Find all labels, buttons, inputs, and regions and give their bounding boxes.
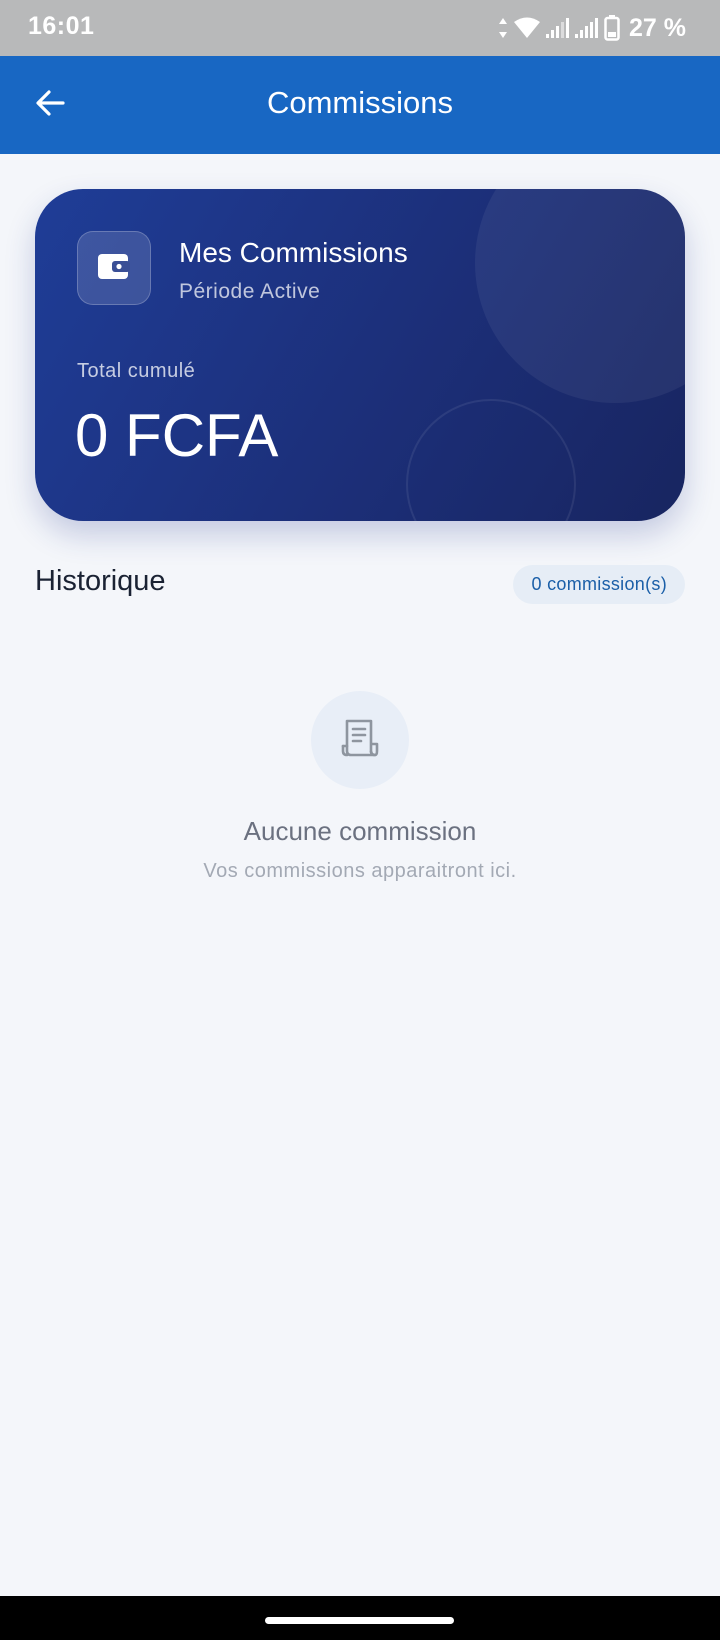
status-icons: 27 % bbox=[498, 10, 686, 46]
empty-state-text: Vos commissions apparaitront ici. bbox=[203, 860, 517, 882]
wifi-icon bbox=[513, 16, 541, 40]
empty-state-icon-badge bbox=[311, 691, 409, 789]
battery-percent: 27 % bbox=[629, 13, 686, 42]
signal-icon bbox=[546, 17, 570, 39]
wallet-badge bbox=[77, 231, 151, 305]
signal-icon bbox=[575, 17, 599, 39]
decorative-circle bbox=[475, 189, 685, 403]
wallet-icon bbox=[97, 251, 131, 286]
data-arrows-icon bbox=[498, 17, 508, 39]
system-nav-bar bbox=[0, 1596, 720, 1640]
card-title: Mes Commissions bbox=[179, 237, 408, 268]
card-subtitle: Période Active bbox=[179, 280, 321, 303]
receipt-icon bbox=[341, 718, 379, 763]
app-bar: Commissions bbox=[0, 56, 720, 154]
battery-icon bbox=[604, 15, 620, 41]
decorative-ring bbox=[406, 399, 576, 521]
total-label: Total cumulé bbox=[77, 360, 196, 382]
commission-summary-card: Mes Commissions Période Active Total cum… bbox=[35, 189, 685, 521]
history-title: Historique bbox=[35, 565, 166, 597]
status-time: 16:01 bbox=[28, 12, 95, 40]
home-indicator[interactable] bbox=[265, 1617, 454, 1624]
commission-count-badge: 0 commission(s) bbox=[513, 565, 685, 604]
page-title: Commissions bbox=[266, 85, 454, 120]
total-value: 0 FCFA bbox=[75, 402, 279, 469]
empty-state-title: Aucune commission bbox=[243, 816, 477, 846]
status-bar: 16:01 27 % bbox=[0, 0, 720, 56]
